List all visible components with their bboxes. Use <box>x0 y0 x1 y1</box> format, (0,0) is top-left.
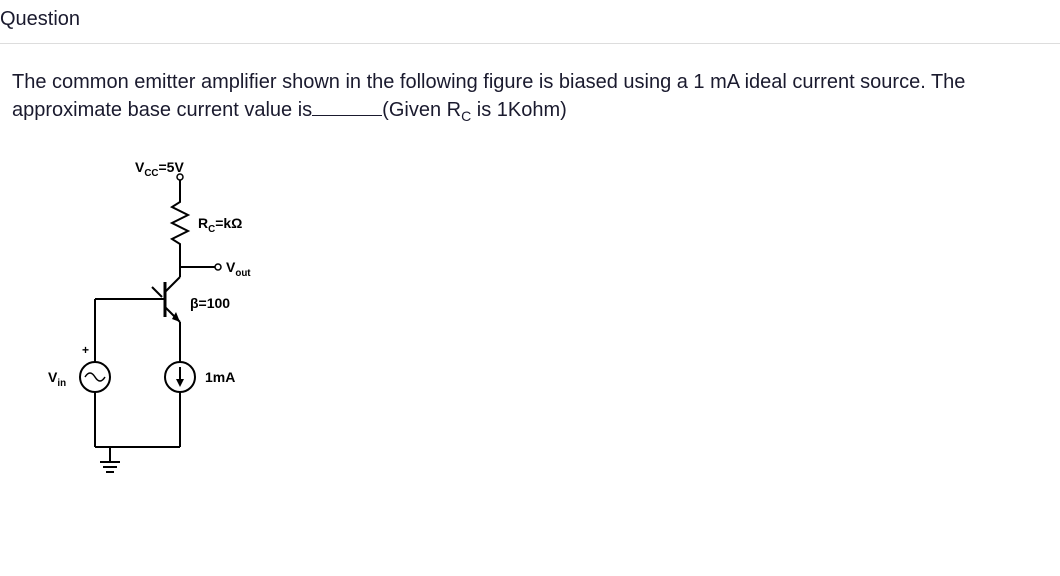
vcc-label: VCC=5V <box>135 159 184 179</box>
question-text-2-sub: C <box>461 108 471 124</box>
question-header: Question <box>0 0 1060 44</box>
circuit-svg <box>40 157 320 487</box>
vin-label: Vin <box>48 369 66 389</box>
current-label: 1mA <box>205 369 235 385</box>
vout-label: Vout <box>226 259 251 279</box>
beta-label: β=100 <box>190 295 230 311</box>
plus-label: + <box>82 343 89 357</box>
question-title: Question <box>0 8 80 30</box>
question-text-3: is 1Kohm) <box>471 99 567 121</box>
circuit-diagram: VCC=5V RC=kΩ Vout β=100 1mA Vin + <box>40 157 320 487</box>
answer-blank <box>312 96 382 116</box>
question-body: The common emitter amplifier shown in th… <box>0 68 1060 127</box>
rc-label: RC=kΩ <box>198 215 242 235</box>
question-text-2: (Given R <box>382 99 461 121</box>
